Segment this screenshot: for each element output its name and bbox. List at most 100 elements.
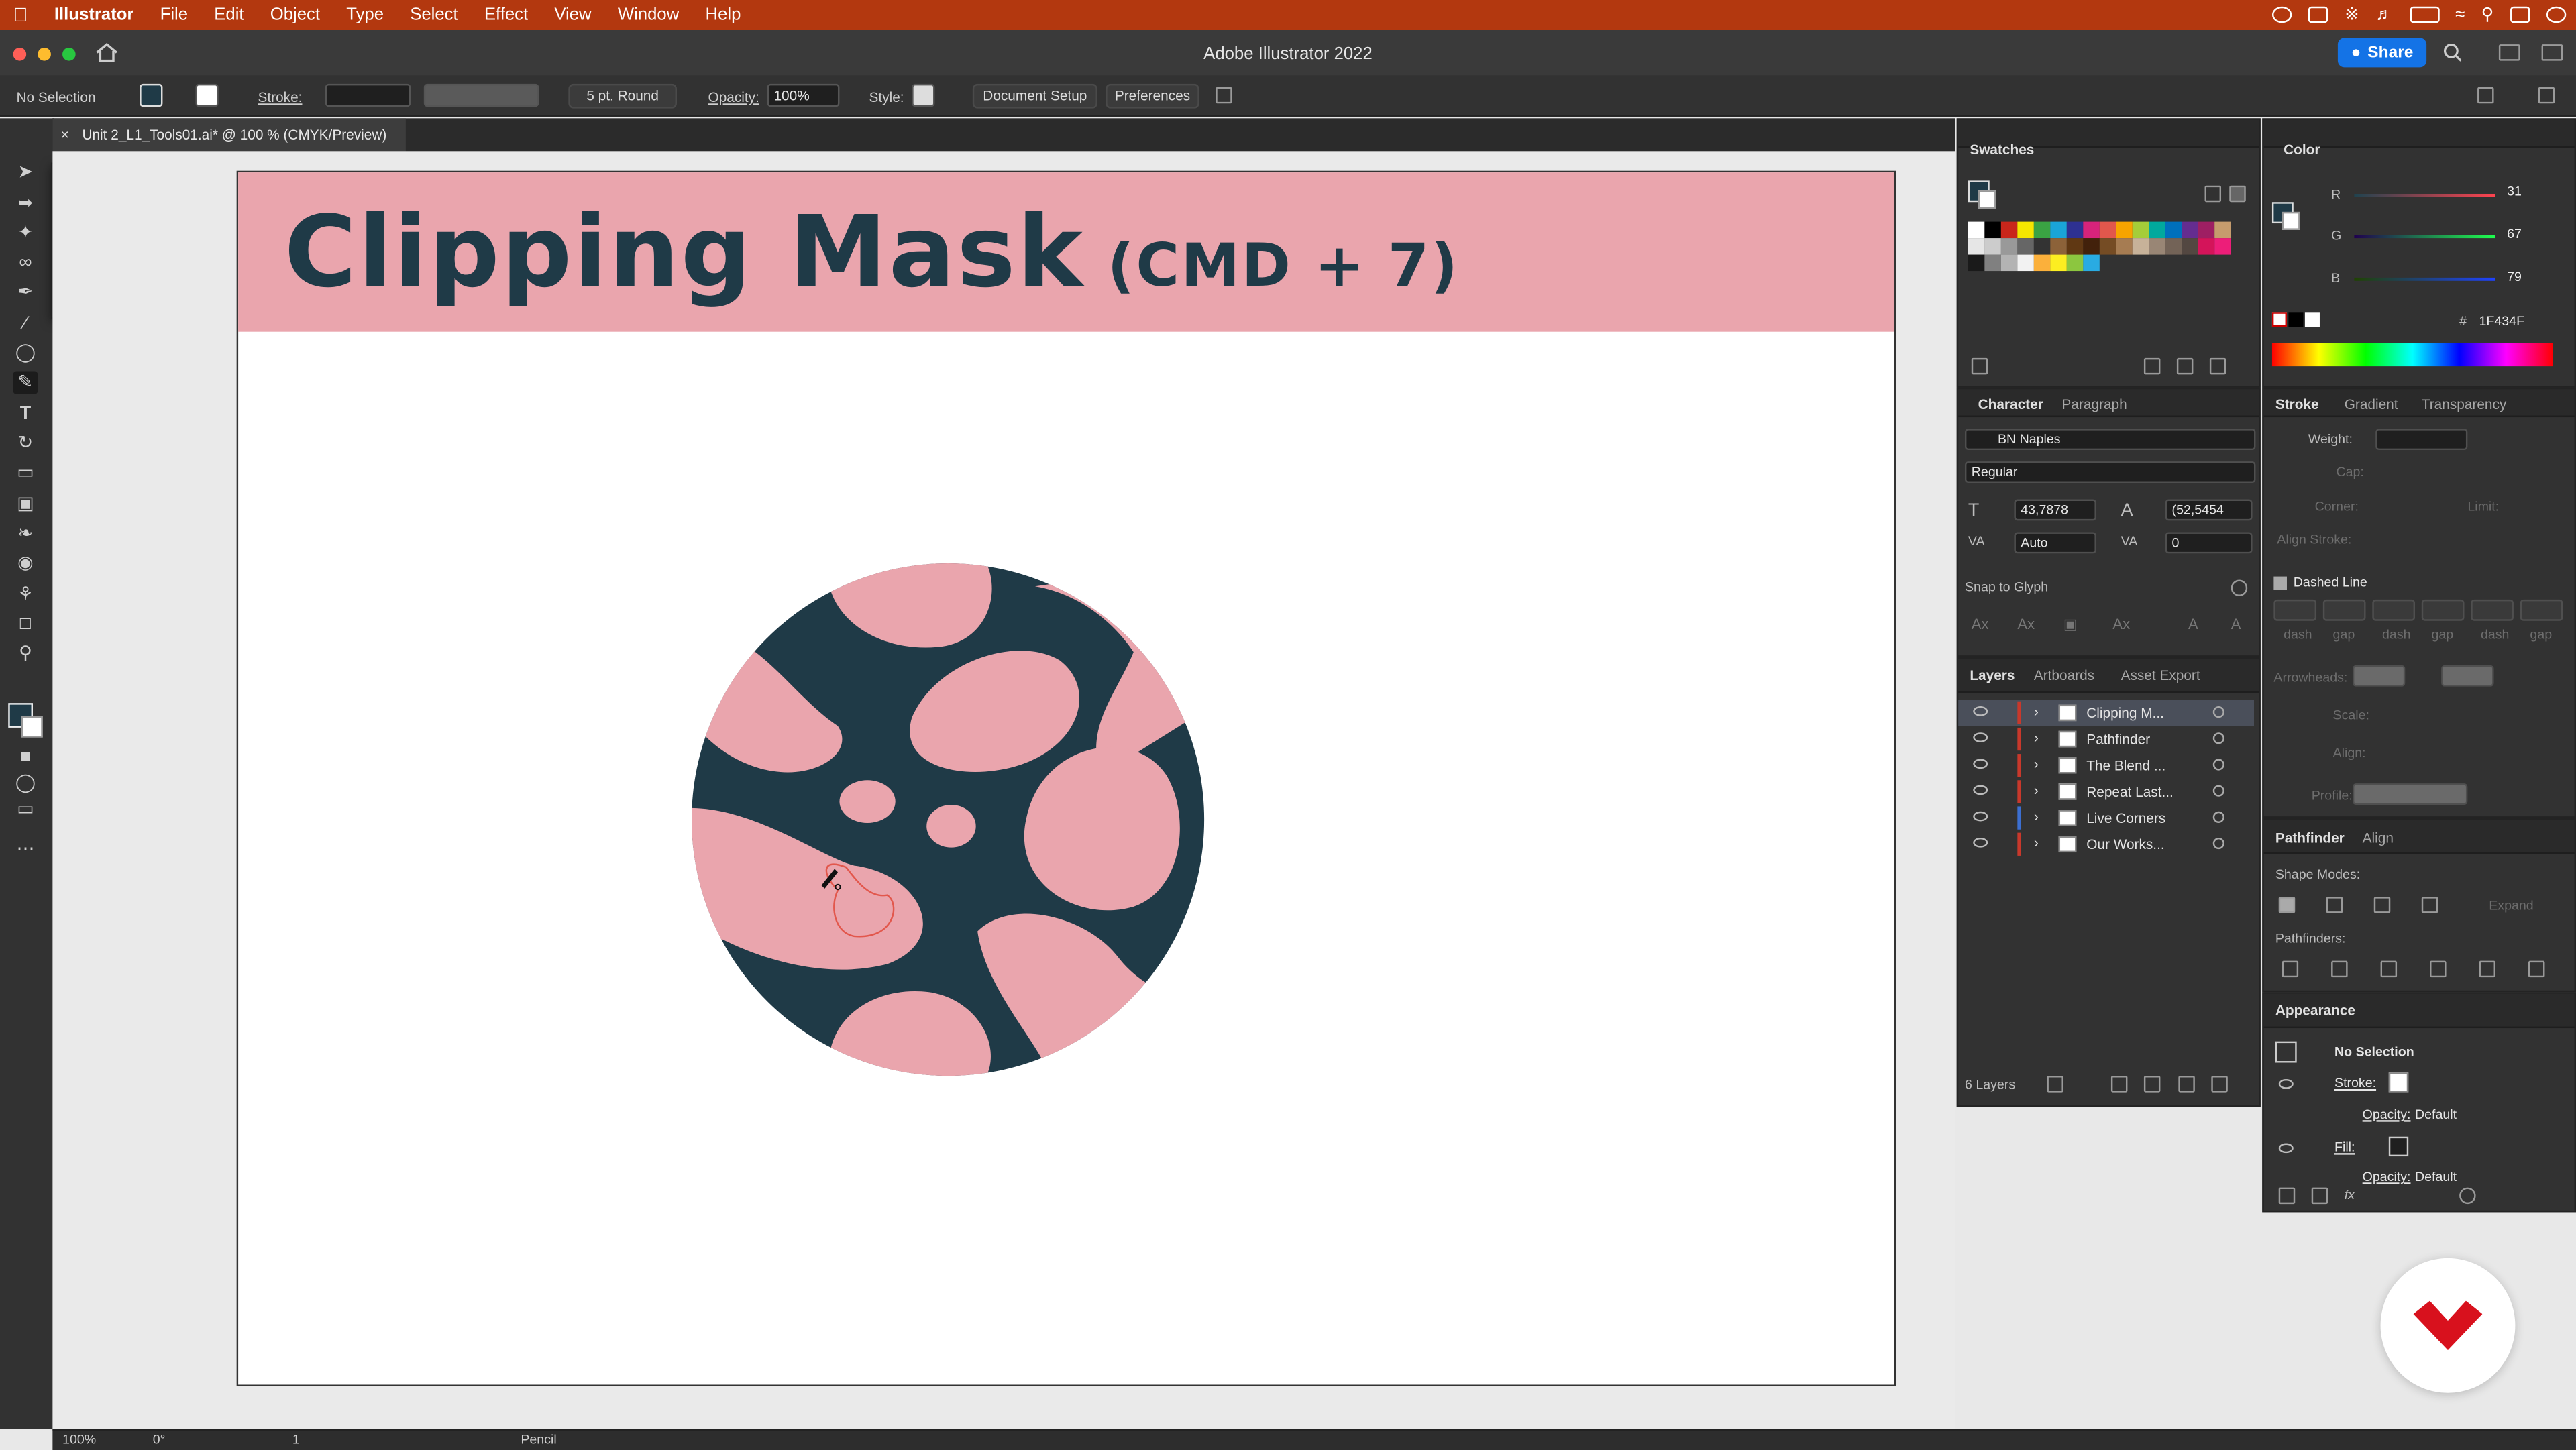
glyph-bounds-icon[interactable]: ▣	[2063, 616, 2078, 634]
dashed-line-checkbox[interactable]	[2273, 576, 2287, 590]
swatch-cell[interactable]	[2017, 238, 2034, 255]
swatch-cell[interactable]	[2165, 221, 2182, 239]
dash-gap-field[interactable]	[2273, 599, 2317, 621]
wifi-icon[interactable]: ≈	[2455, 5, 2465, 24]
layer-expand-icon[interactable]: ›	[2034, 834, 2039, 850]
type-tool-icon[interactable]: T	[13, 402, 38, 425]
stroke-weight-field[interactable]	[325, 83, 411, 107]
tab-layers[interactable]: Layers	[1970, 667, 2015, 683]
layer-target-icon[interactable]	[2212, 759, 2224, 771]
swatch-cell[interactable]	[1984, 221, 2001, 239]
black-swatch[interactable]	[2288, 312, 2304, 327]
swatch-cell[interactable]	[2149, 238, 2165, 255]
dropbox-icon[interactable]	[2308, 6, 2328, 23]
fill-visibility-icon[interactable]	[2278, 1143, 2294, 1154]
tab-stroke[interactable]: Stroke	[2275, 396, 2319, 412]
snap-info-icon[interactable]	[2231, 579, 2248, 596]
swatch-cell[interactable]	[2000, 238, 2018, 255]
unite-icon[interactable]	[2278, 897, 2296, 913]
stroke-visibility-icon[interactable]	[2278, 1078, 2294, 1089]
layer-expand-icon[interactable]: ›	[2034, 782, 2039, 798]
hex-value[interactable]: 1F434F	[2479, 314, 2525, 329]
g-slider[interactable]	[2354, 235, 2496, 239]
swatch-cell[interactable]	[1968, 221, 1985, 239]
layer-name[interactable]: The Blend ...	[2086, 757, 2165, 773]
color-title[interactable]: Color	[2284, 142, 2320, 158]
ellipse-tool-icon[interactable]: ◯	[13, 341, 38, 364]
layer-expand-icon[interactable]: ›	[2034, 756, 2039, 772]
clipping-mask-artwork[interactable]	[690, 562, 1206, 1078]
layer-name[interactable]: Pathfinder	[2086, 731, 2150, 747]
swatch-grid[interactable]	[1968, 221, 2231, 337]
outline-icon[interactable]	[2479, 960, 2496, 978]
fill-opacity-label[interactable]: Opacity:	[2363, 1170, 2411, 1184]
kerning-field[interactable]: Auto	[2014, 532, 2096, 554]
minus-back-icon[interactable]	[2528, 960, 2545, 978]
symbol-sprayer-tool-icon[interactable]: ⚘	[13, 583, 38, 606]
swatch-cell[interactable]	[2083, 238, 2100, 255]
layer-expand-icon[interactable]: ›	[2034, 703, 2039, 719]
crop-icon[interactable]	[2430, 960, 2447, 978]
r-slider[interactable]	[2354, 193, 2496, 197]
delete-layer-icon[interactable]	[2211, 1076, 2228, 1093]
swatch-cell[interactable]	[2132, 221, 2149, 239]
swatch-cell[interactable]	[2033, 254, 2051, 272]
appearance-stroke-label[interactable]: Stroke:	[2334, 1076, 2376, 1091]
layer-name[interactable]: Our Works...	[2086, 836, 2164, 852]
magic-wand-tool-icon[interactable]: ✦	[13, 222, 38, 245]
pen-tool-icon[interactable]: ✒	[13, 281, 38, 304]
menu-effect[interactable]: Effect	[471, 5, 541, 24]
layer-row[interactable]: › Clipping M...	[1958, 700, 2255, 726]
zoom-level[interactable]: 100%	[62, 1433, 96, 1447]
swatch-cell[interactable]	[1984, 254, 2001, 272]
minus-front-icon[interactable]	[2326, 897, 2343, 913]
zoom-tool-icon[interactable]: ⚲	[13, 643, 38, 665]
layer-visibility-icon[interactable]	[1973, 837, 1988, 848]
dash-gap-field[interactable]	[2421, 599, 2465, 621]
new-layer-icon[interactable]	[2178, 1076, 2195, 1093]
layer-row[interactable]: › Live Corners	[1958, 805, 2254, 831]
menu-window[interactable]: Window	[604, 5, 692, 24]
arrow-end-field[interactable]	[2441, 665, 2494, 687]
workspace-switcher-icon[interactable]	[2498, 44, 2520, 61]
selection-tool-icon[interactable]: ➤	[13, 161, 38, 184]
swatch-cell[interactable]	[2066, 221, 2084, 239]
appearance-fill-label[interactable]: Fill:	[2334, 1140, 2355, 1155]
menu-type[interactable]: Type	[333, 5, 397, 24]
swatch-cell[interactable]	[2099, 221, 2116, 239]
exclude-icon[interactable]	[2421, 897, 2438, 913]
layer-name[interactable]: Repeat Last...	[2086, 783, 2174, 799]
swatch-cell[interactable]	[2050, 254, 2067, 272]
snap-options[interactable]: Ax Ax ▣ Ax A A	[1972, 616, 2251, 635]
menu-file[interactable]: File	[147, 5, 201, 24]
add-new-fill-icon[interactable]	[2311, 1187, 2328, 1205]
stroke-none-icon[interactable]	[21, 716, 43, 738]
more-tools-icon[interactable]: ⋯	[13, 838, 38, 860]
swatches-title[interactable]: Swatches	[1970, 142, 2034, 158]
eraser-tool-icon[interactable]: ▭	[13, 461, 38, 484]
b-slider[interactable]	[2354, 277, 2496, 281]
align-icon[interactable]	[2477, 87, 2494, 104]
list-view-icon[interactable]	[2204, 185, 2222, 203]
swatch-cell[interactable]	[2066, 254, 2084, 272]
intersect-icon[interactable]	[2373, 897, 2391, 913]
trim-icon[interactable]	[2331, 960, 2348, 978]
layer-target-icon[interactable]	[2212, 811, 2224, 823]
menu-edit[interactable]: Edit	[201, 5, 257, 24]
swatch-cell[interactable]	[2017, 254, 2034, 272]
swatch-fill-stroke[interactable]	[1968, 180, 1998, 210]
tab-pathfinder[interactable]: Pathfinder	[2275, 830, 2345, 846]
swatch-libraries-icon[interactable]	[1971, 357, 1988, 375]
appearance-title[interactable]: Appearance	[2275, 1002, 2355, 1018]
opacity-field[interactable]: 100%	[767, 83, 840, 107]
share-button[interactable]: ● Share	[2337, 38, 2427, 68]
swatch-cell[interactable]	[2083, 254, 2100, 272]
tab-transparency[interactable]: Transparency	[2422, 396, 2507, 412]
swatch-cell[interactable]	[1968, 238, 1985, 255]
fill-swatch[interactable]	[140, 83, 163, 107]
layer-visibility-icon[interactable]	[1973, 785, 1988, 795]
swatch-cell[interactable]	[1968, 254, 1985, 272]
layer-expand-icon[interactable]: ›	[2034, 808, 2039, 824]
rotate-tool-icon[interactable]: ↻	[13, 432, 38, 455]
font-size-field[interactable]: 43,7878	[2014, 499, 2096, 521]
